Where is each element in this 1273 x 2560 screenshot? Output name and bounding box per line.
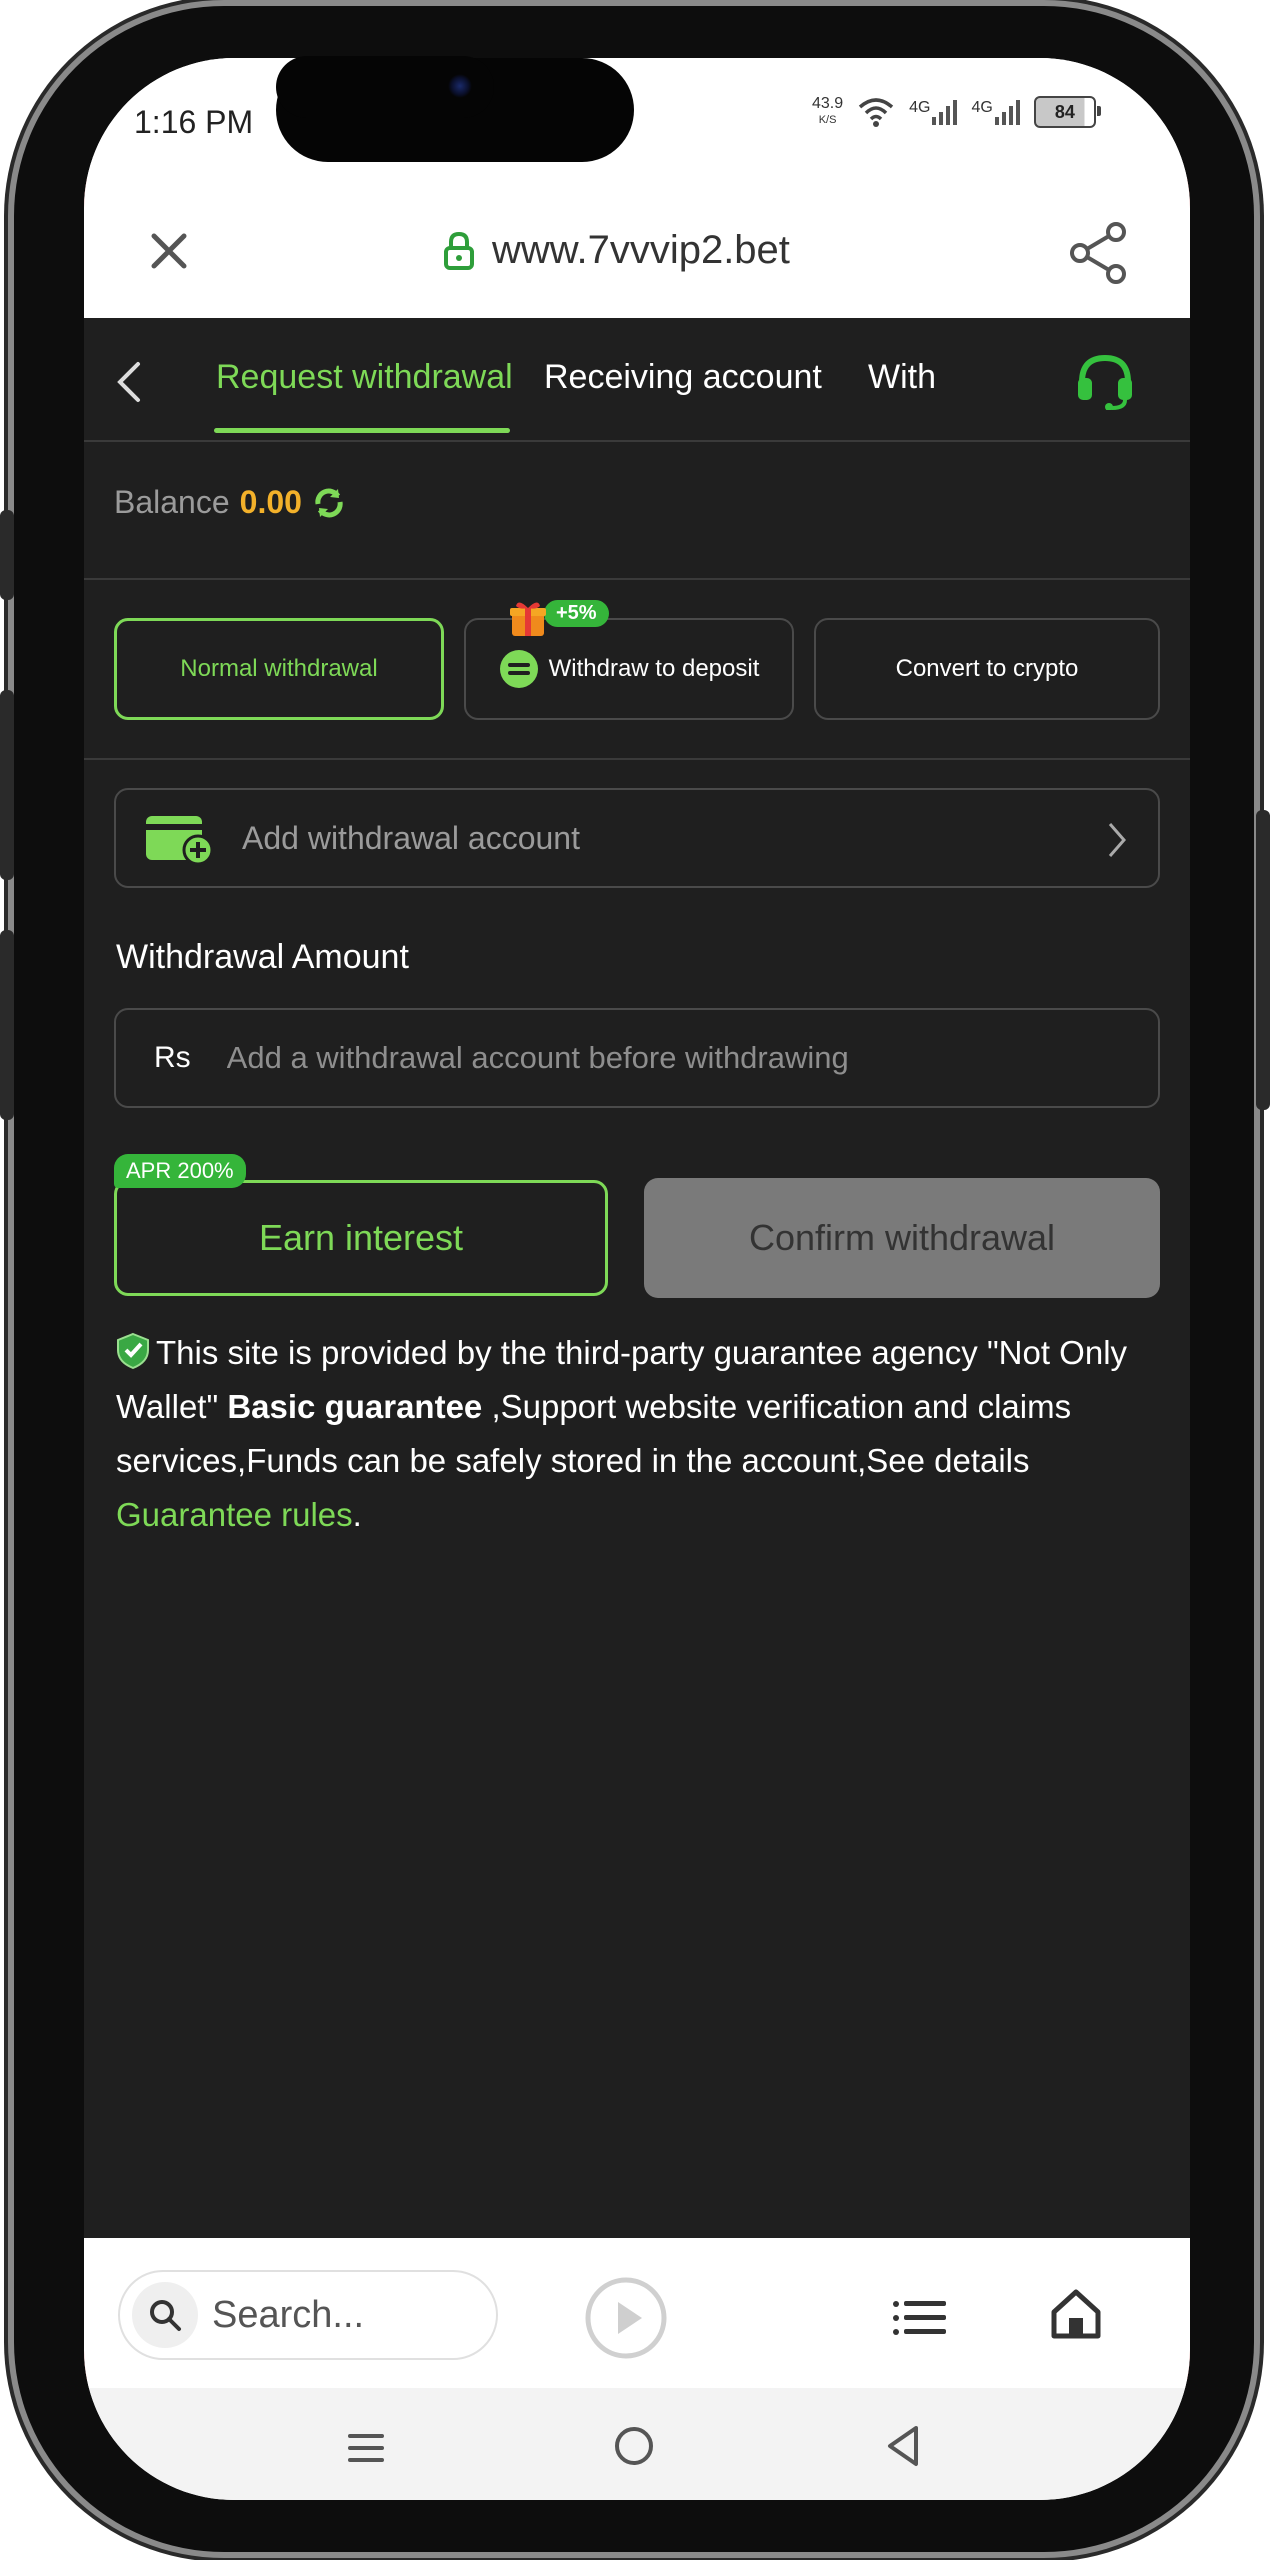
withdrawal-amount-label: Withdrawal Amount [116,938,409,976]
signal-2: 4G [971,99,1020,125]
browser-bottom-bar: Search... [84,2238,1190,2388]
camera-icon [448,74,472,98]
active-tab-indicator [214,428,510,433]
headset-support-icon[interactable] [1072,350,1138,410]
guarantee-rules-link[interactable]: Guarantee rules [116,1496,353,1533]
volume-down-button [0,930,14,1120]
convert-to-crypto-button[interactable]: Convert to crypto [814,618,1160,720]
signal-bars-icon [994,99,1020,125]
recent-apps-icon[interactable] [346,2428,386,2468]
home-icon[interactable] [1048,2286,1104,2342]
chevron-right-icon [1108,823,1126,857]
earn-interest-button[interactable]: Earn interest [114,1180,608,1296]
balance-label: Balance [114,484,230,520]
status-icons: 43.9 K/S 4G 4G 84 [812,95,1101,128]
shield-check-icon [117,1332,149,1370]
balance-row: Balance 0.00 [114,484,346,521]
system-navigation-bar [84,2388,1190,2500]
camera-island [276,56,494,118]
back-triangle-icon[interactable] [884,2424,924,2468]
tab-request-withdrawal[interactable]: Request withdrawal [216,358,513,397]
status-time: 1:16 PM [134,104,254,140]
phone-screen: 1:16 PM 43.9 K/S 4G 4G 84 www.7vvvip2.be… [84,58,1190,2500]
list-icon[interactable] [892,2298,948,2338]
add-withdrawal-account[interactable]: Add withdrawal account [114,788,1160,888]
divider [84,758,1190,760]
balance-amount: 0.00 [239,484,302,520]
lock-icon [444,231,474,270]
search-icon [132,2282,198,2348]
back-chevron-icon[interactable] [114,360,144,404]
currency-symbol: Rs [154,1041,191,1074]
signal-1: 4G [909,99,958,125]
tab-withdrawal-records[interactable]: With [868,358,936,397]
browser-url-bar: www.7vvvip2.bet [84,188,1190,318]
tab-receiving-account[interactable]: Receiving account [544,358,822,397]
home-circle-icon[interactable] [612,2424,656,2468]
refresh-icon[interactable] [312,486,346,520]
silent-switch [0,510,14,600]
withdraw-to-deposit-button[interactable]: +5% Withdraw to deposit [464,600,794,720]
close-icon[interactable] [144,226,194,276]
tab-bar: Request withdrawal Receiving account Wit… [84,318,1190,438]
volume-up-button [0,690,14,880]
withdrawal-page: Request withdrawal Receiving account Wit… [84,318,1190,2238]
wallet-add-icon [146,816,214,866]
search-placeholder: Search... [212,2293,365,2336]
withdraw-type-selector: Normal withdrawal +5% Withdraw to deposi… [114,600,1160,726]
bonus-badge: +5% [544,600,609,627]
divider [84,578,1190,580]
share-icon[interactable] [1066,220,1132,286]
divider [84,440,1190,442]
gift-icon [510,602,546,636]
guarantee-level: Basic guarantee [227,1388,483,1425]
network-speed: 43.9 K/S [812,95,844,127]
battery-icon: 84 [1033,96,1101,128]
apr-badge: APR 200% [114,1154,246,1188]
url-display[interactable]: www.7vvvip2.bet [444,228,790,273]
add-account-label: Add withdrawal account [242,819,580,856]
confirm-withdrawal-button[interactable]: Confirm withdrawal [644,1178,1160,1298]
wifi-icon [858,98,894,127]
exchange-icon [499,650,538,688]
guarantee-notice: This site is provided by the third-party… [116,1332,1128,1533]
status-bar: 1:16 PM 43.9 K/S 4G 4G 84 [84,58,1190,188]
signal-bars-icon [932,99,958,125]
search-input[interactable]: Search... [118,2270,498,2360]
power-button [1256,810,1270,1110]
withdrawal-amount-input[interactable] [224,1039,1049,1077]
normal-withdrawal-button[interactable]: Normal withdrawal [114,618,444,720]
withdrawal-amount-field[interactable]: Rs [114,1008,1160,1108]
play-icon[interactable] [584,2276,668,2360]
url-text: www.7vvvip2.bet [492,228,790,272]
